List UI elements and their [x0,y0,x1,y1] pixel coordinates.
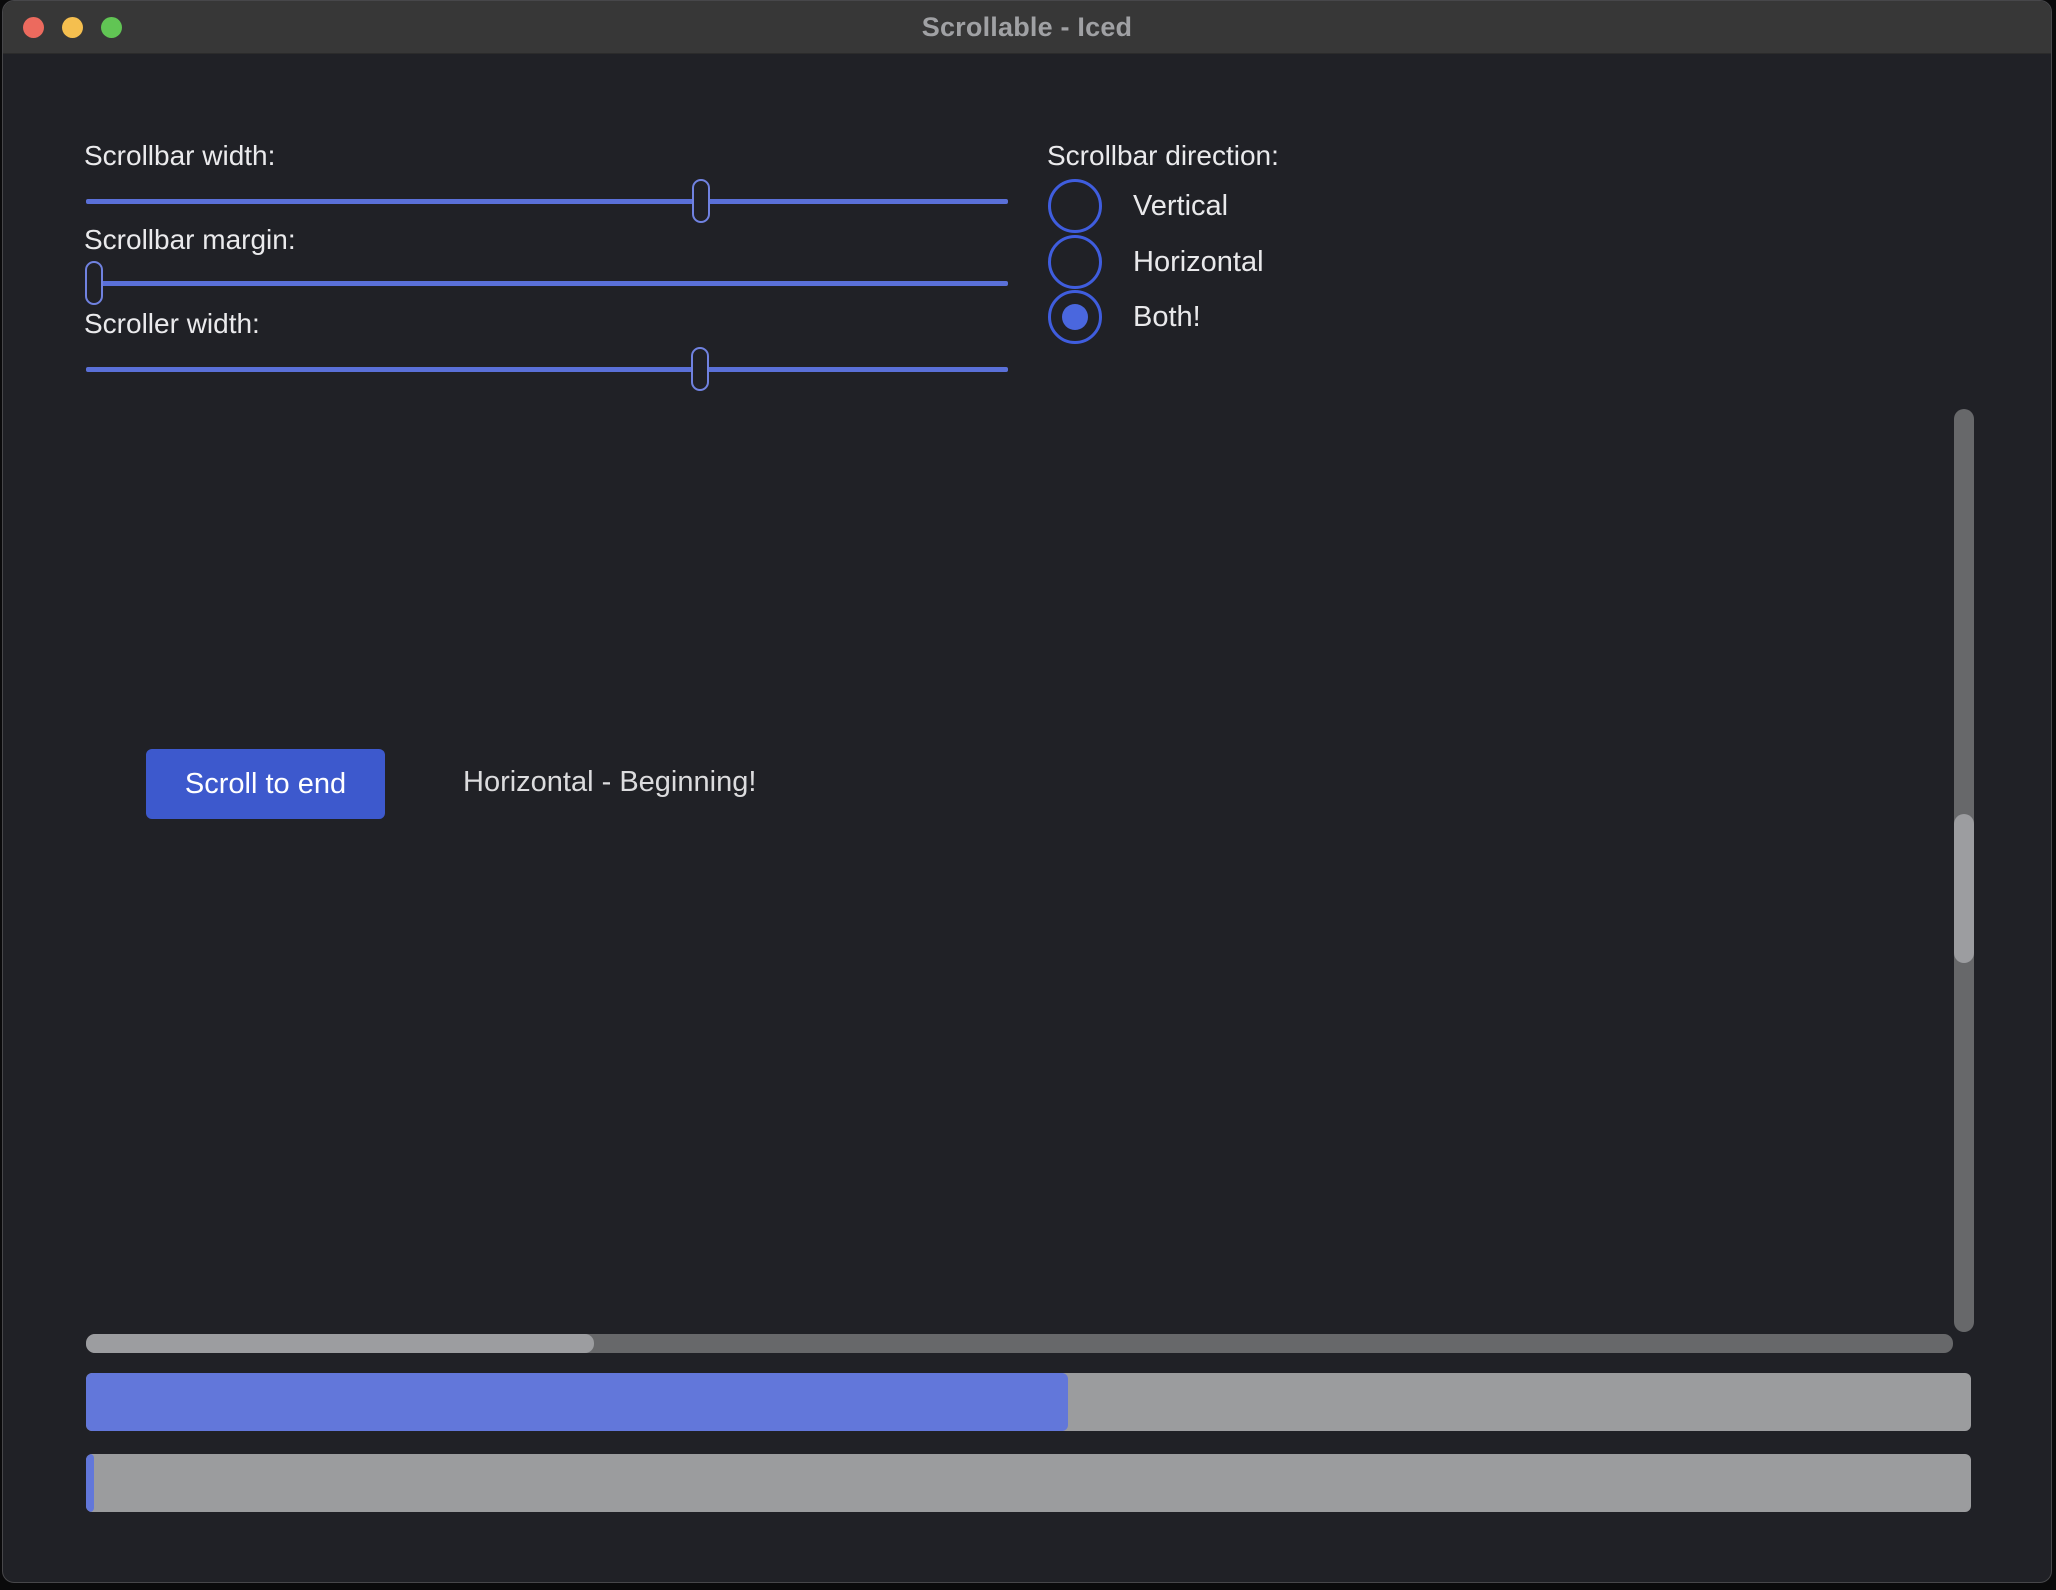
radio-option-horizontal[interactable]: Horizontal [1048,235,1264,289]
scroller-width-slider[interactable] [86,347,1008,391]
slider-track[interactable] [86,367,1008,372]
scrollbar-width-slider[interactable] [86,179,1008,223]
radio-circle-icon[interactable] [1048,290,1102,344]
scrollbar-width-label: Scrollbar width: [84,139,275,173]
vertical-scrollbar[interactable] [1954,409,1974,1332]
radio-option-vertical[interactable]: Vertical [1048,179,1228,233]
radio-circle-icon[interactable] [1048,179,1102,233]
scrollbar-margin-label: Scrollbar margin: [84,223,296,257]
progress-bar-x [86,1373,1971,1431]
scrollbar-margin-slider[interactable] [86,261,1008,305]
scrollbar-direction-label: Scrollbar direction: [1047,139,1279,173]
window-title: Scrollable - Iced [922,12,1132,43]
progress-fill [86,1373,1068,1431]
radio-label: Both! [1133,301,1201,334]
horizontal-scrollbar[interactable] [86,1334,1953,1353]
horizontal-scroller[interactable] [86,1334,594,1353]
slider-handle[interactable] [691,347,709,391]
titlebar: Scrollable - Iced [3,1,2051,54]
minimize-button[interactable] [62,17,83,38]
progress-fill [86,1454,94,1512]
zoom-button[interactable] [101,17,122,38]
close-button[interactable] [23,17,44,38]
slider-handle[interactable] [85,261,103,305]
app-window: Scrollable - Iced Scrollbar width: Scrol… [2,0,2052,1583]
slider-track[interactable] [86,199,1008,204]
radio-label: Vertical [1133,190,1228,223]
progress-bar-y [86,1454,1971,1512]
slider-track[interactable] [86,281,1008,286]
radio-circle-icon[interactable] [1048,235,1102,289]
radio-label: Horizontal [1133,246,1264,279]
slider-handle[interactable] [692,179,710,223]
scroll-status-text: Horizontal - Beginning! [463,766,756,799]
radio-dot-icon [1062,304,1088,330]
scroller-width-label: Scroller width: [84,307,260,341]
radio-option-both[interactable]: Both! [1048,290,1201,344]
vertical-scroller[interactable] [1954,814,1974,963]
scroll-to-end-button[interactable]: Scroll to end [146,749,385,819]
